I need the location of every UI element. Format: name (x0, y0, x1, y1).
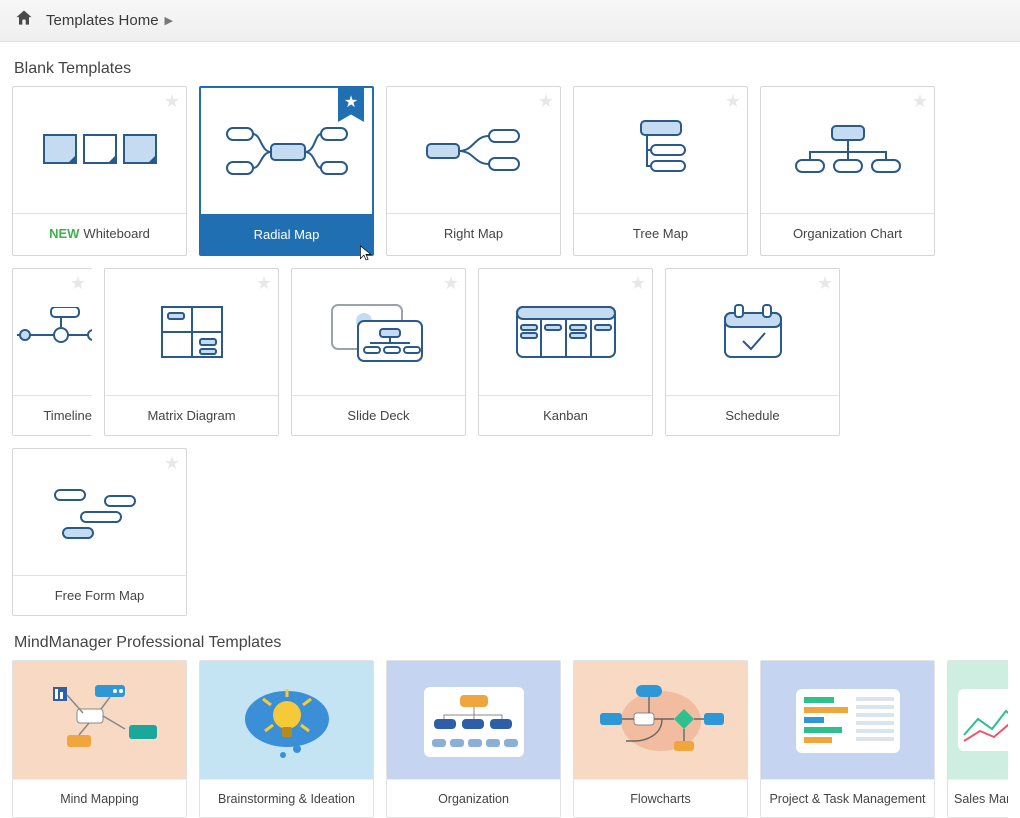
mind-mapping-thumb-icon (25, 675, 175, 765)
pro-label: Brainstorming & Ideation (200, 779, 373, 817)
pro-card-mind-mapping[interactable]: Mind Mapping (12, 660, 187, 818)
pro-card-sales-management[interactable]: $ Sales Management (947, 660, 1008, 818)
matrix-preview-icon (152, 297, 232, 367)
chevron-right-icon: ▶ (165, 14, 173, 27)
pro-card-organization[interactable]: Organization (386, 660, 561, 818)
template-card-right-map[interactable]: ★ Right Map (386, 86, 561, 256)
timeline-preview-icon (13, 307, 92, 357)
schedule-preview-icon (713, 297, 793, 367)
template-card-tree-map[interactable]: ★ Tree Map (573, 86, 748, 256)
star-icon[interactable]: ★ (256, 273, 272, 294)
pro-label: Project & Task Management (761, 779, 934, 817)
pro-label: Mind Mapping (13, 779, 186, 817)
star-icon[interactable]: ★ (817, 273, 833, 294)
star-icon[interactable]: ★ (164, 91, 180, 112)
template-label: Organization Chart (761, 213, 934, 253)
breadcrumb-title: Templates Home (46, 12, 159, 29)
home-icon[interactable] (14, 8, 34, 33)
section-title-pro: MindManager Professional Templates (14, 634, 1008, 652)
organization-thumb-icon (404, 675, 544, 765)
tree-map-preview-icon (621, 115, 701, 185)
brainstorming-thumb-icon (227, 675, 347, 765)
template-label: Tree Map (574, 213, 747, 253)
section-title-blank: Blank Templates (14, 60, 1008, 78)
template-label: Slide Deck (292, 395, 465, 435)
template-card-free-form-map[interactable]: ★ Free Form Map (12, 448, 187, 616)
template-card-schedule[interactable]: ★ Schedule (665, 268, 840, 436)
pro-label: Organization (387, 779, 560, 817)
free-form-preview-icon (45, 482, 155, 542)
pro-label: Flowcharts (574, 779, 747, 817)
pro-label: Sales Management (948, 779, 1008, 817)
content: Blank Templates ★ NEW Whiteboard (0, 42, 1020, 818)
template-label: Free Form Map (13, 575, 186, 615)
pro-card-brainstorming[interactable]: Brainstorming & Ideation (199, 660, 374, 818)
template-card-radial-map[interactable]: ★ Radial Map (199, 86, 374, 256)
template-card-matrix-diagram[interactable]: ★ Matrix Diagram (104, 268, 279, 436)
template-card-kanban[interactable]: ★ Kanban (478, 268, 653, 436)
template-label: Radial Map (201, 214, 372, 254)
star-icon[interactable]: ★ (725, 91, 741, 112)
star-icon[interactable]: ★ (70, 273, 86, 294)
pro-templates-row: Mind Mapping Brainstorming & Ideation (12, 660, 1008, 818)
star-icon[interactable]: ★ (630, 273, 646, 294)
flowcharts-thumb-icon (586, 675, 736, 765)
whiteboard-preview-icon (40, 125, 160, 175)
topbar: Templates Home ▶ (0, 0, 1020, 42)
right-map-preview-icon (419, 120, 529, 180)
template-label: Schedule (666, 395, 839, 435)
template-label: Kanban (479, 395, 652, 435)
kanban-preview-icon (511, 299, 621, 365)
template-label: Right Map (387, 213, 560, 253)
template-label: NEW Whiteboard (13, 213, 186, 253)
star-icon[interactable]: ★ (538, 91, 554, 112)
star-icon[interactable]: ★ (912, 91, 928, 112)
template-label: Matrix Diagram (105, 395, 278, 435)
template-card-slide-deck[interactable]: ★ Slide Deck (291, 268, 466, 436)
org-chart-preview-icon (788, 120, 908, 180)
gantt-thumb-icon (778, 675, 918, 765)
sales-thumb-icon: $ (948, 675, 1008, 765)
pro-card-flowcharts[interactable]: Flowcharts (573, 660, 748, 818)
breadcrumb[interactable]: Templates Home ▶ (46, 12, 173, 29)
blank-templates-grid: ★ NEW Whiteboard ★ (12, 86, 1008, 616)
template-card-organization-chart[interactable]: ★ Organization Chart (760, 86, 935, 256)
new-badge: NEW (49, 226, 79, 241)
star-icon[interactable]: ★ (443, 273, 459, 294)
template-card-timeline[interactable]: ★ Timeline (12, 268, 92, 436)
slide-deck-preview-icon (324, 297, 434, 367)
template-label: Timeline (13, 395, 92, 435)
template-card-whiteboard[interactable]: ★ NEW Whiteboard (12, 86, 187, 256)
star-icon[interactable]: ★ (164, 453, 180, 474)
pro-card-project-task[interactable]: Project & Task Management (760, 660, 935, 818)
radial-map-preview-icon (217, 116, 357, 186)
